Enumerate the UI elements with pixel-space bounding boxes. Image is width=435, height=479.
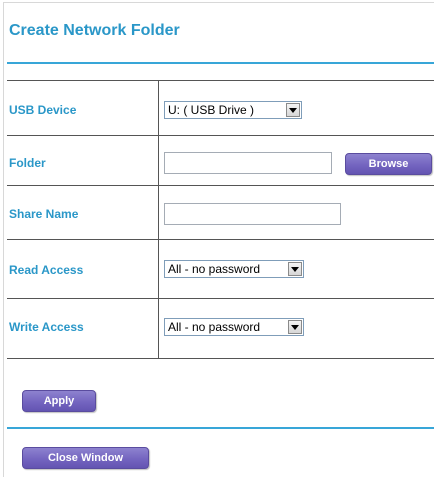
row-divider	[7, 185, 434, 186]
write-access-select[interactable]: All - no password	[164, 318, 304, 336]
close-window-button[interactable]: Close Window	[22, 447, 149, 469]
browse-button[interactable]: Browse	[345, 153, 432, 175]
read-access-value: All - no password	[168, 262, 261, 276]
chevron-down-icon[interactable]	[288, 320, 302, 334]
table-top-border	[7, 80, 434, 81]
write-access-value: All - no password	[168, 320, 261, 334]
row-divider	[7, 135, 434, 136]
folder-label: Folder	[9, 156, 46, 170]
row-divider	[7, 239, 434, 240]
apply-button[interactable]: Apply	[22, 390, 96, 412]
read-access-select[interactable]: All - no password	[164, 260, 304, 278]
page-title: Create Network Folder	[9, 22, 180, 39]
usb-device-select[interactable]: U: ( USB Drive )	[164, 101, 302, 119]
folder-input[interactable]	[164, 152, 332, 174]
chevron-down-icon[interactable]	[286, 103, 300, 117]
row-divider	[7, 298, 434, 299]
read-access-label: Read Access	[9, 263, 84, 277]
title-divider	[7, 62, 434, 64]
usb-device-label: USB Device	[9, 103, 77, 117]
share-name-label: Share Name	[9, 207, 79, 221]
table-bottom-border	[7, 358, 434, 359]
write-access-label: Write Access	[9, 320, 84, 334]
share-name-input[interactable]	[164, 203, 341, 225]
chevron-down-icon[interactable]	[288, 262, 302, 276]
table-column-divider	[158, 80, 159, 358]
footer-divider	[7, 427, 434, 429]
usb-device-value: U: ( USB Drive )	[168, 103, 255, 117]
